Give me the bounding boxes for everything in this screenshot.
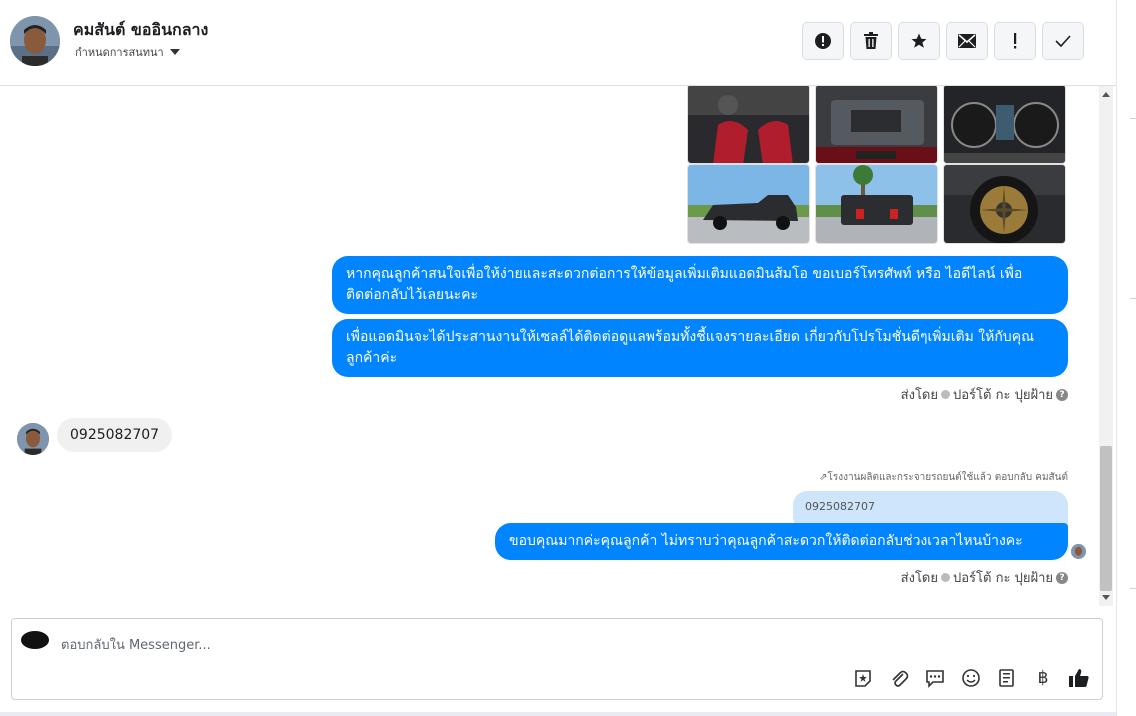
conversation-status-dropdown[interactable]: กำหนดการสนทนา <box>75 43 180 61</box>
car-photo-interior[interactable] <box>687 86 810 164</box>
exclamation-icon <box>1014 33 1017 49</box>
scrollbar-thumb[interactable] <box>1100 446 1112 591</box>
delete-button[interactable] <box>850 22 892 60</box>
contact-name[interactable]: คมสันต์ ขออินกลาง <box>73 18 208 43</box>
caret-down-icon <box>169 49 180 55</box>
outgoing-message[interactable]: หากคุณลูกค้าสนใจเพื่อให้ง่ายและสะดวกต่อก… <box>332 256 1068 314</box>
emoji-icon[interactable] <box>960 667 982 689</box>
side-panel-edge <box>1116 0 1136 716</box>
incoming-message[interactable]: 0925082707 <box>57 418 173 452</box>
panel-divider <box>1130 588 1136 589</box>
verified-icon <box>941 573 950 582</box>
like-icon[interactable] <box>1068 667 1090 689</box>
mark-spam-button[interactable] <box>802 22 844 60</box>
sticker-icon[interactable] <box>852 667 874 689</box>
appointment-icon[interactable] <box>996 667 1018 689</box>
car-photo-rear[interactable] <box>815 164 938 244</box>
help-icon[interactable]: ? <box>1056 388 1068 401</box>
alert-circle-icon <box>815 33 831 49</box>
messenger-window: คมสันต์ ขออินกลาง กำหนดการสนทนา หากคุณลู… <box>0 0 1116 716</box>
mark-unread-button[interactable] <box>946 22 988 60</box>
panel-divider <box>1130 298 1136 299</box>
quoted-text: 0925082707 <box>805 500 875 513</box>
car-photo-engine[interactable] <box>815 86 938 164</box>
message-text: เพื่อแอดมินจะได้ประสานงานให้เซลล์ได้ติดต… <box>346 329 1035 366</box>
mark-done-button[interactable] <box>1042 22 1084 60</box>
outgoing-message[interactable]: ขอบคุณมากค่ะคุณลูกค้า ไม่ทราบว่าคุณลูกค้… <box>495 523 1068 560</box>
envelope-icon <box>958 34 976 48</box>
currency-symbol: ฿ <box>1037 668 1049 688</box>
help-icon[interactable]: ? <box>1056 571 1068 584</box>
reply-input[interactable]: ตอบกลับใน Messenger... <box>61 634 211 655</box>
message-text: ขอบคุณมากค่ะคุณลูกค้า ไม่ทราบว่าคุณลูกค้… <box>509 533 1023 549</box>
conversation-status-label: กำหนดการสนทนา <box>75 46 164 59</box>
sent-by-info: ส่งโดย ปอร์โต้ กะ ปุยฝ้าย ? <box>901 567 1068 588</box>
reply-arrow-icon: ⇗ <box>819 472 828 483</box>
sent-by-label: ส่งโดย <box>900 388 938 403</box>
verified-icon <box>941 390 950 399</box>
star-button[interactable] <box>898 22 940 60</box>
reply-context: ⇗โรงงานผลิตและกระจายรถยนต์ใช้แล้ว ตอบกลั… <box>819 470 1068 485</box>
trash-icon <box>864 32 878 49</box>
message-thread: หากคุณลูกค้าสนใจเพื่อให้ง่ายและสะดวกต่อก… <box>0 86 1100 606</box>
contact-avatar[interactable] <box>10 16 60 66</box>
composer-toolbar: ฿ <box>852 667 1090 689</box>
car-photo-side[interactable] <box>687 164 810 244</box>
scroll-down-arrow-icon[interactable] <box>1102 595 1110 600</box>
sender-name[interactable]: ปอร์โต้ กะ ปุยฝ้าย <box>953 384 1053 405</box>
message-text: หากคุณลูกค้าสนใจเพื่อให้ง่ายและสะดวกต่อก… <box>346 266 1023 303</box>
sender-name[interactable]: ปอร์โต้ กะ ปุยฝ้าย <box>953 567 1053 588</box>
scroll-up-arrow-icon[interactable] <box>1102 92 1110 97</box>
reply-composer[interactable]: ตอบกลับใน Messenger... ฿ <box>11 618 1103 700</box>
sent-by-info: ส่งโดย ปอร์โต้ กะ ปุยฝ้าย ? <box>901 384 1068 405</box>
payment-icon[interactable]: ฿ <box>1032 667 1054 689</box>
sent-by-label: ส่งโดย <box>900 571 938 586</box>
car-photo-wheel[interactable] <box>943 164 1066 244</box>
follow-up-button[interactable] <box>994 22 1036 60</box>
contact-avatar-small[interactable] <box>17 423 49 455</box>
star-icon <box>911 33 927 48</box>
attachment-icon[interactable] <box>888 667 910 689</box>
outgoing-message[interactable]: เพื่อแอดมินจะได้ประสานงานให้เซลล์ได้ติดต… <box>332 319 1068 377</box>
window-bottom-edge <box>0 712 1116 716</box>
thread-scrollbar[interactable] <box>1099 86 1113 606</box>
panel-divider <box>1130 118 1136 119</box>
check-icon <box>1055 35 1071 47</box>
reply-context-text: โรงงานผลิตและกระจายรถยนต์ใช้แล้ว ตอบกลับ… <box>827 472 1068 483</box>
message-text: 0925082707 <box>70 427 160 443</box>
saved-replies-icon[interactable] <box>924 667 946 689</box>
car-photo-dashboard[interactable] <box>943 86 1066 164</box>
header-actions <box>802 22 1084 60</box>
conversation-header: คมสันต์ ขออินกลาง กำหนดการสนทนา <box>0 0 1116 86</box>
seen-avatar <box>1071 544 1086 559</box>
page-avatar <box>21 631 49 649</box>
